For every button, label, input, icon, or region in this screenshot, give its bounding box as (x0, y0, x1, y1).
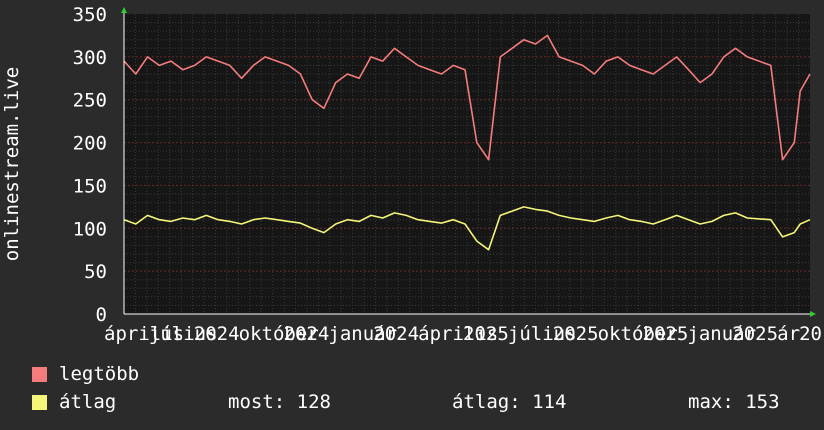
stat-now: most: 128 (228, 391, 331, 413)
x-tick-label: 2024 (373, 323, 419, 345)
x-axis-arrow (810, 311, 816, 317)
y-tick-label: 100 (73, 218, 107, 240)
y-axis-arrow (121, 7, 127, 13)
x-tick-label: 2024 (194, 323, 240, 345)
x-tick-label: 2024 (284, 323, 330, 345)
legend-avg-swatch (32, 395, 47, 410)
grid (124, 14, 810, 314)
y-tick-label: 300 (73, 47, 107, 69)
legend-max-swatch (32, 367, 47, 382)
x-tick-label: 2025 (553, 323, 599, 345)
y-tick-label: 50 (84, 261, 107, 283)
x-tick-labels: áprilisjúlius2024 október2024 január2024 áp… (104, 323, 822, 345)
y-tick-labels: 050100150200250300350 (73, 4, 107, 326)
x-tick-label: 20 (799, 323, 822, 345)
y-tick-label: 350 (73, 4, 107, 26)
y-axis-label: onlinestream.live (1, 67, 23, 261)
legend-avg: átlag most: 128 átlag: 114 max: 153 (32, 392, 812, 412)
stat-max: max: 153 (688, 391, 780, 413)
x-tick-label: ár (777, 323, 800, 345)
x-tick-label: 2025 (463, 323, 509, 345)
legend-avg-label: átlag (59, 391, 117, 413)
x-tick-label: 2025 (732, 323, 778, 345)
stat-avg: átlag: 114 (452, 391, 567, 413)
y-tick-label: 250 (73, 90, 107, 112)
y-tick-label: 150 (73, 175, 107, 197)
y-tick-label: 200 (73, 133, 107, 155)
x-tick-label: 2025 (643, 323, 689, 345)
legend-max-label: legtöbb (59, 363, 140, 385)
